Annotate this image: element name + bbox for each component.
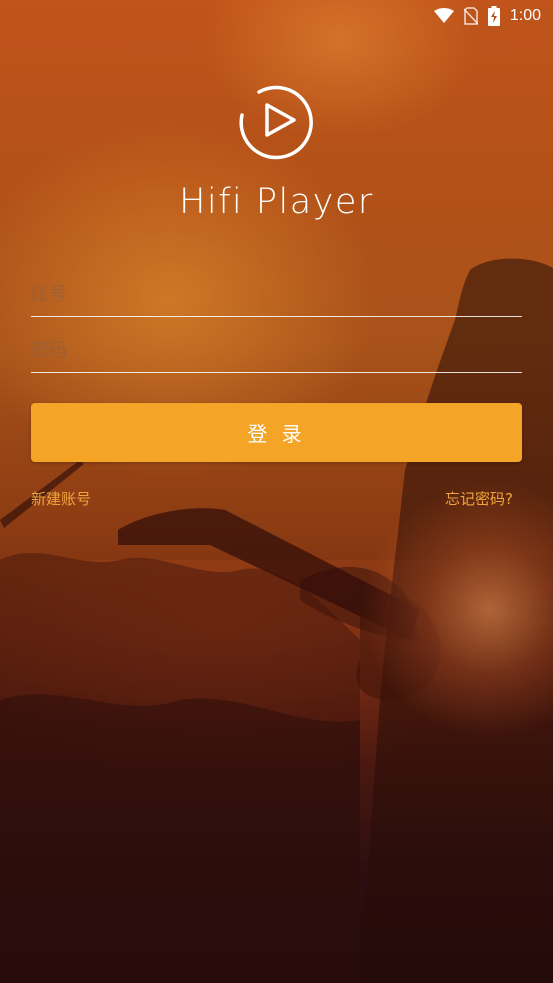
login-screen: 1:00 Hifi Player 登 录 新建账号 忘记密码? [0,0,553,983]
stage-light-glow [360,480,553,740]
play-circle-icon [237,81,317,161]
status-time: 1:00 [509,7,541,24]
wifi-icon [433,8,454,24]
status-bar: 1:00 [0,0,553,32]
forgot-password-link[interactable]: 忘记密码? [445,488,513,509]
background-glow [0,560,553,780]
battery-charging-icon [487,6,500,26]
register-link[interactable]: 新建账号 [31,488,91,509]
login-button[interactable]: 登 录 [31,403,522,462]
account-input[interactable] [31,272,522,316]
password-field-container [31,328,522,373]
no-sim-icon [463,7,478,25]
password-input[interactable] [31,328,522,372]
app-title: Hifi Player [179,182,374,222]
account-field-container [31,272,522,317]
